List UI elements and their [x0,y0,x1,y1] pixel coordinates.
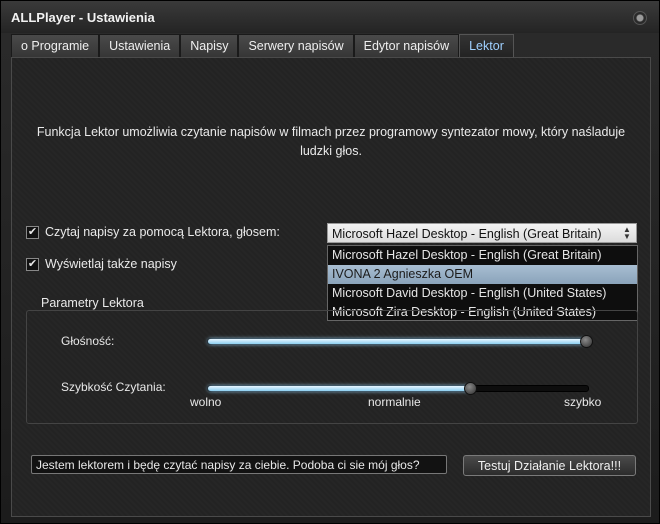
tab-napisy[interactable]: Napisy [180,34,239,57]
read-subtitles-row[interactable]: ✔ Czytaj napisy za pomocą Lektora, głose… [26,225,280,239]
settings-window: ALLPlayer - Ustawienia o Programie Ustaw… [0,0,660,524]
voice-option[interactable]: Microsoft David Desktop - English (Unite… [328,284,637,303]
volume-label: Głośność: [61,334,115,348]
title-bar: ALLPlayer - Ustawienia [1,1,659,33]
voice-option-highlighted[interactable]: IVONA 2 Agnieszka OEM [328,265,637,284]
lektor-params-group [26,310,638,424]
speed-slider-thumb[interactable] [464,382,477,395]
volume-slider-thumb[interactable] [580,335,593,348]
updown-arrows-icon: ▲ ▼ [623,225,631,241]
speed-tick-fast: szybko [564,395,602,409]
window-title: ALLPlayer - Ustawienia [11,10,155,25]
voice-select[interactable]: Microsoft Hazel Desktop - English (Great… [327,223,637,243]
tab-lektor[interactable]: Lektor [459,34,514,58]
voice-select-value: Microsoft Hazel Desktop - English (Great… [332,227,602,241]
read-subtitles-checkbox[interactable]: ✔ [26,225,39,239]
speed-tick-normal: normalnie [368,395,421,409]
tab-bar: o Programie Ustawienia Napisy Serwery na… [11,34,514,58]
tab-edytor-napisow[interactable]: Edytor napisów [353,34,460,57]
close-icon[interactable] [633,11,647,25]
show-subtitles-checkbox[interactable]: ✔ [26,257,39,271]
lektor-panel: Funkcja Lektor umożliwia czytanie napisó… [11,57,651,517]
lektor-description: Funkcja Lektor umożliwia czytanie napisó… [36,125,626,158]
voice-option[interactable]: Microsoft Hazel Desktop - English (Great… [328,246,637,265]
lektor-params-title: Parametry Lektora [37,296,148,310]
volume-slider-fill [208,339,586,344]
show-subtitles-label: Wyświetlaj także napisy [45,257,177,271]
speed-slider-fill [208,386,470,391]
show-subtitles-row[interactable]: ✔ Wyświetlaj także napisy [26,257,177,271]
tab-ustawienia[interactable]: Ustawienia [99,34,181,57]
tab-o-programie[interactable]: o Programie [11,34,100,57]
speed-tick-slow: wolno [190,395,222,409]
volume-slider[interactable] [207,335,593,348]
tab-serwery-napisow[interactable]: Serwery napisów [238,34,354,57]
test-lektor-button[interactable]: Testuj Działanie Lektora!!! [463,455,636,476]
speed-label: Szybkość Czytania: [61,380,166,394]
speed-slider[interactable] [207,382,589,395]
read-subtitles-label: Czytaj napisy za pomocą Lektora, głosem: [45,225,280,239]
test-text-input[interactable]: Jestem lektorem i będę czytać napisy za … [31,455,447,474]
